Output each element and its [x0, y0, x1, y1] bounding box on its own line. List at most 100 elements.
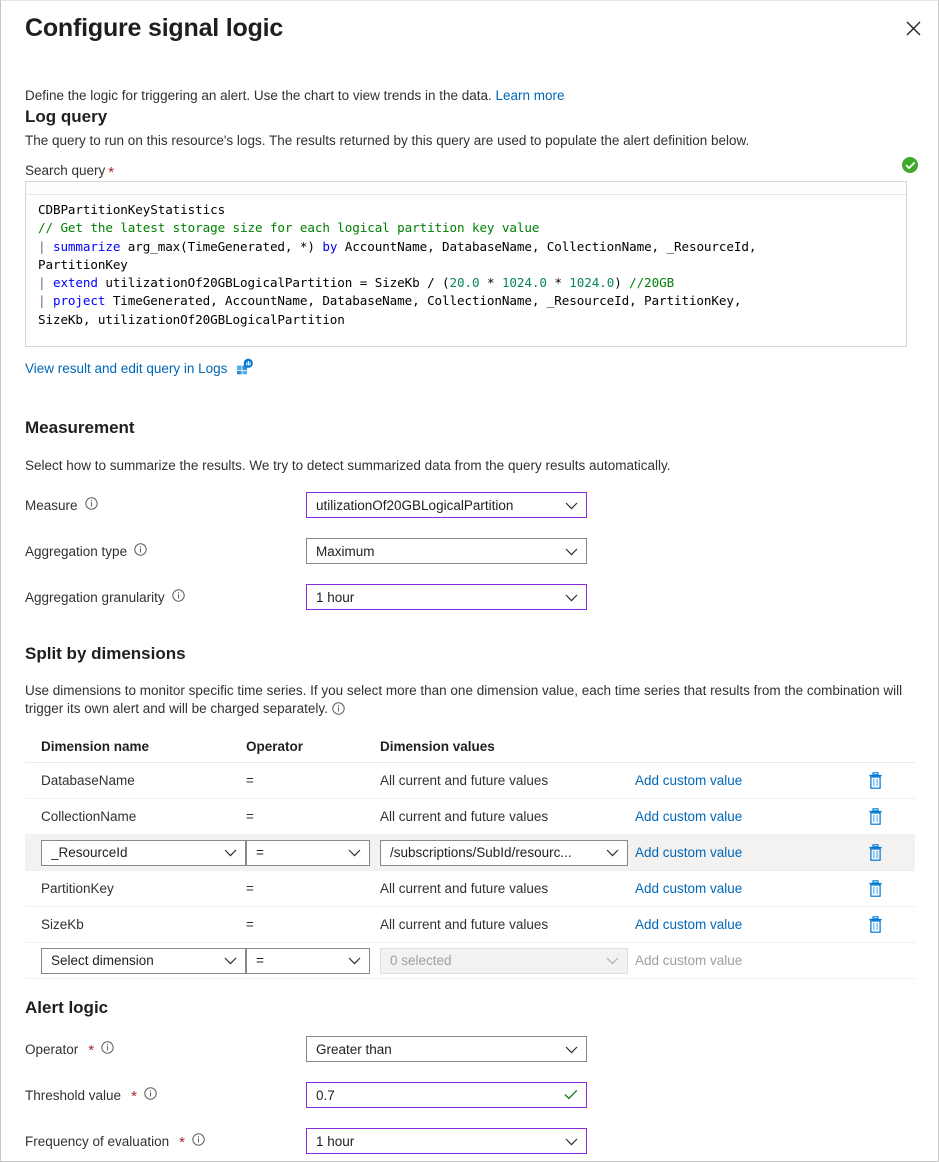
view-in-logs-link[interactable]: View result and edit query in Logs [25, 361, 227, 376]
view-in-logs-link-group[interactable]: View result and edit query in Logs [25, 358, 253, 378]
frequency-value: 1 hour [316, 1134, 354, 1149]
dimension-values-value: 0 selected [390, 953, 452, 968]
cell-operator: = [246, 809, 380, 824]
cell-dimension-values: All current and future values [380, 881, 635, 896]
frequency-label-text: Frequency of evaluation [25, 1134, 169, 1149]
search-query-editor[interactable]: CDBPartitionKeyStatistics // Get the lat… [25, 181, 907, 347]
aggregation-type-label-text: Aggregation type [25, 544, 127, 559]
chevron-down-icon [224, 953, 237, 968]
dimension-name-select[interactable]: _ResourceId [41, 840, 246, 866]
cell-operator: = [246, 840, 380, 866]
add-custom-value-link[interactable]: Add custom value [635, 845, 835, 860]
close-icon [906, 21, 921, 36]
alert-logic-heading: Alert logic [25, 998, 108, 1018]
dimensions-table: Dimension name Operator Dimension values… [25, 731, 915, 979]
delete-icon[interactable] [868, 808, 883, 825]
info-icon[interactable] [101, 1041, 114, 1057]
info-icon[interactable] [144, 1087, 157, 1103]
measure-select[interactable]: utilizationOf20GBLogicalPartition [306, 492, 587, 518]
table-row: DatabaseName=All current and future valu… [25, 763, 915, 799]
measure-label-text: Measure [25, 498, 78, 513]
split-by-dimensions-heading: Split by dimensions [25, 644, 186, 664]
table-row: CollectionName=All current and future va… [25, 799, 915, 835]
cell-dimension-values: All current and future values [380, 917, 635, 932]
delete-icon[interactable] [868, 880, 883, 897]
cell-dimension-values: All current and future values [380, 809, 635, 824]
cell-operator: = [246, 948, 380, 974]
operator-label-text: Operator [25, 1042, 78, 1057]
chevron-down-icon [348, 953, 361, 968]
add-custom-value-link[interactable]: Add custom value [635, 917, 835, 932]
cell-dimension-name: PartitionKey [25, 881, 246, 896]
check-circle-icon [902, 157, 918, 173]
log-analytics-icon [236, 358, 253, 378]
operator-value: = [256, 953, 264, 968]
dimension-name-value: _ResourceId [51, 845, 128, 860]
cell-dimension-values: All current and future values [380, 773, 635, 788]
query-code[interactable]: CDBPartitionKeyStatistics // Get the lat… [26, 195, 906, 329]
chevron-down-icon [224, 845, 237, 860]
cell-dimension-values: /subscriptions/SubId/resourc... [380, 840, 635, 866]
table-row: _ResourceId = /subscriptions/SubId/resourc… [25, 835, 915, 871]
aggregation-granularity-select[interactable]: 1 hour [306, 584, 587, 610]
threshold-value-label-row: Threshold value* [25, 1082, 157, 1108]
dimension-name-value: Select dimension [51, 953, 154, 968]
info-icon[interactable] [192, 1133, 205, 1149]
dimension-values-select[interactable]: /subscriptions/SubId/resourc... [380, 840, 628, 866]
threshold-value-text: 0.7 [316, 1088, 335, 1103]
dimension-values-value: /subscriptions/SubId/resourc... [390, 845, 572, 860]
measure-label-row: Measure [25, 492, 98, 518]
cell-dimension-name: CollectionName [25, 809, 246, 824]
operator-value: = [256, 845, 264, 860]
frequency-of-evaluation-label-row: Frequency of evaluation* [25, 1128, 205, 1154]
operator-select[interactable]: Greater than [306, 1036, 587, 1062]
cell-dimension-name: _ResourceId [25, 840, 246, 866]
dimension-name-select[interactable]: Select dimension [41, 948, 246, 974]
configure-signal-logic-blade: Configure signal logic Define the logic … [0, 0, 939, 1162]
cell-dimension-values: 0 selected [380, 948, 635, 974]
aggregation-granularity-label-text: Aggregation granularity [25, 590, 165, 605]
chevron-down-icon [565, 498, 578, 513]
chevron-down-icon [606, 953, 619, 968]
delete-icon[interactable] [868, 772, 883, 789]
learn-more-link[interactable]: Learn more [496, 88, 565, 103]
measure-label: Measure [25, 497, 98, 513]
info-icon[interactable] [172, 589, 185, 605]
info-icon[interactable] [85, 497, 98, 513]
table-header-row: Dimension name Operator Dimension values [25, 731, 915, 763]
threshold-value-label-text: Threshold value [25, 1088, 121, 1103]
dimension-values-select: 0 selected [380, 948, 628, 974]
measurement-description: Select how to summarize the results. We … [25, 457, 671, 475]
cell-dimension-name: DatabaseName [25, 773, 246, 788]
chevron-down-icon [348, 845, 361, 860]
operator-select[interactable]: = [246, 948, 370, 974]
page-title: Configure signal logic [25, 14, 283, 43]
add-custom-value-link[interactable]: Add custom value [635, 809, 835, 824]
info-icon[interactable] [134, 543, 147, 559]
add-custom-value-link[interactable]: Add custom value [635, 773, 835, 788]
log-query-heading: Log query [25, 107, 107, 127]
aggregation-type-select[interactable]: Maximum [306, 538, 587, 564]
column-header-operator: Operator [246, 739, 380, 754]
search-query-label-text: Search query [25, 163, 105, 178]
cell-delete [835, 808, 915, 825]
delete-icon[interactable] [868, 844, 883, 861]
frequency-of-evaluation-select[interactable]: 1 hour [306, 1128, 587, 1154]
table-row: SizeKb=All current and future valuesAdd … [25, 907, 915, 943]
column-header-dimension-values: Dimension values [380, 739, 635, 754]
aggregation-type-label: Aggregation type [25, 543, 147, 559]
add-custom-value-link[interactable]: Add custom value [635, 881, 835, 896]
chevron-down-icon [565, 544, 578, 559]
threshold-value-input[interactable]: 0.7 [306, 1082, 587, 1108]
info-icon[interactable] [332, 702, 345, 720]
operator-label-row: Operator* [25, 1036, 114, 1062]
column-header-dimension-name: Dimension name [25, 739, 246, 754]
close-button[interactable] [897, 12, 929, 44]
delete-icon[interactable] [868, 916, 883, 933]
editor-toolbar [26, 182, 906, 195]
log-query-description: The query to run on this resource's logs… [25, 132, 749, 150]
operator-select[interactable]: = [246, 840, 370, 866]
frequency-of-evaluation-label: Frequency of evaluation* [25, 1133, 205, 1149]
table-row: Select dimension=0 selectedAdd custom va… [25, 943, 915, 979]
check-icon [564, 1088, 578, 1103]
